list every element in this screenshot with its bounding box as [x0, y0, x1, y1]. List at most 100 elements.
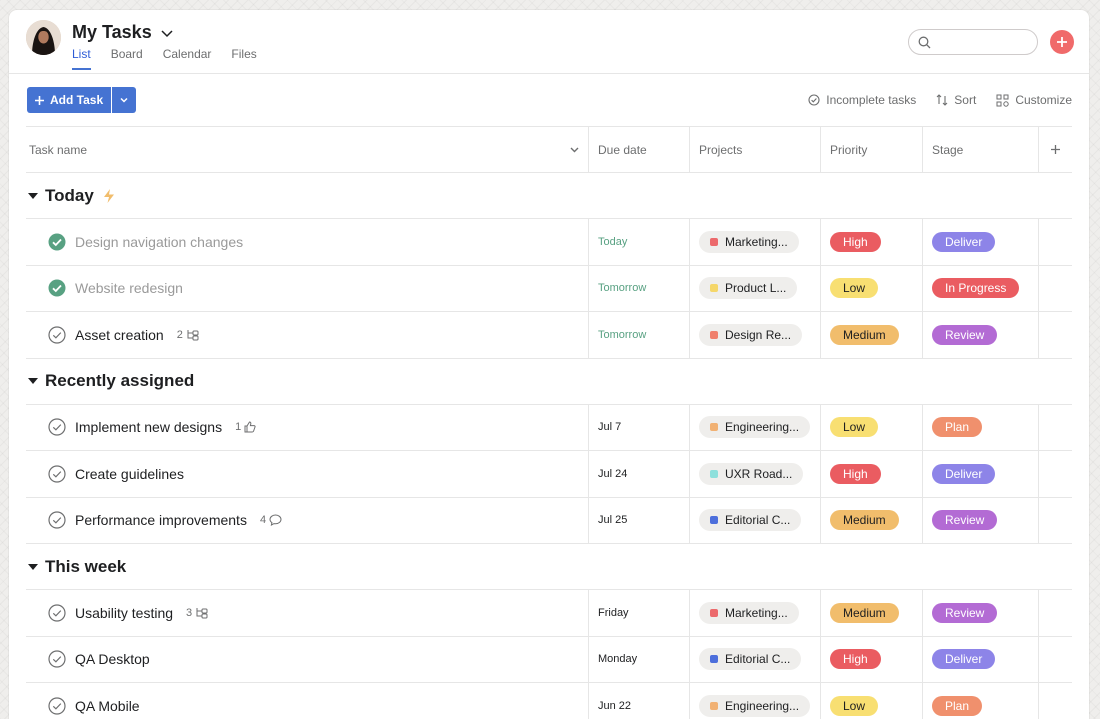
column-projects[interactable]: Projects	[690, 127, 821, 172]
table-row[interactable]: Design navigation changes Today Marketing.…	[26, 219, 1072, 266]
task-meta[interactable]: 2	[177, 329, 199, 341]
project-color-square	[710, 701, 718, 710]
column-priority[interactable]: Priority	[821, 127, 923, 172]
check-circle-icon[interactable]	[48, 465, 66, 483]
due-date-cell[interactable]: Tomorrow	[589, 265, 690, 311]
table-row[interactable]: Create guidelines Jul 24 UXR Road... High De…	[26, 451, 1072, 498]
due-date-cell[interactable]: Jun 22	[589, 683, 690, 719]
column-stage[interactable]: Stage	[923, 127, 1039, 172]
task-meta[interactable]: 4	[260, 514, 282, 526]
check-circle-icon[interactable]	[48, 511, 66, 529]
section-header[interactable]: Recently assigned	[26, 359, 1072, 405]
due-date-cell[interactable]: Today	[589, 219, 690, 265]
task-name[interactable]: QA Mobile	[75, 698, 140, 714]
table-row[interactable]: Implement new designs 1 Jul 7 Engineering..…	[26, 404, 1072, 451]
priority-badge[interactable]: High	[830, 231, 881, 252]
project-pill[interactable]: UXR Road...	[699, 462, 804, 485]
task-name[interactable]: Implement new designs	[75, 419, 222, 435]
search-input[interactable]	[908, 29, 1038, 55]
task-name[interactable]: Design navigation changes	[75, 234, 243, 250]
customize-button[interactable]: Customize	[996, 93, 1072, 107]
table-row[interactable]: QA Mobile Jun 22 Engineering... Low Plan	[26, 683, 1072, 719]
incomplete-tasks-filter[interactable]: Incomplete tasks	[808, 93, 916, 107]
add-task-button[interactable]: Add Task	[27, 87, 112, 113]
priority-badge[interactable]: Medium	[830, 510, 899, 531]
check-circle-icon[interactable]	[48, 418, 66, 436]
tab-list[interactable]: List	[72, 47, 91, 70]
project-pill[interactable]: Product L...	[699, 277, 798, 300]
task-name[interactable]: Website redesign	[75, 280, 183, 296]
due-date-cell[interactable]: Tomorrow	[589, 312, 690, 358]
stage-badge[interactable]: Plan	[932, 695, 983, 716]
due-date-cell[interactable]: Jul 24	[589, 451, 690, 497]
project-pill[interactable]: Marketing...	[699, 230, 799, 253]
project-name: Engineering...	[725, 698, 800, 713]
priority-badge[interactable]: High	[830, 649, 881, 670]
priority-cell: High	[821, 219, 923, 265]
table-row[interactable]: Performance improvements 4 Jul 25 Editorial…	[26, 497, 1072, 544]
stage-badge[interactable]: Plan	[932, 417, 983, 438]
add-task-dropdown[interactable]	[112, 87, 137, 113]
tab-files[interactable]: Files	[231, 47, 256, 70]
quick-add-button[interactable]	[1050, 30, 1074, 54]
priority-badge[interactable]: Low	[830, 417, 879, 438]
table-row[interactable]: Usability testing 3 Friday Marketing... Medi…	[26, 590, 1072, 637]
table-row[interactable]: Website redesign Tomorrow Product L... Low I…	[26, 265, 1072, 312]
column-task-name[interactable]: Task name	[26, 127, 589, 172]
task-name[interactable]: Usability testing	[75, 605, 173, 621]
table-row[interactable]: Asset creation 2 Tomorrow Design Re... Mediu…	[26, 312, 1072, 359]
priority-badge[interactable]: High	[830, 463, 881, 484]
caret-down-icon[interactable]	[28, 378, 38, 384]
task-name[interactable]: Performance improvements	[75, 512, 247, 528]
section-header[interactable]: Today	[26, 173, 1072, 219]
project-pill[interactable]: Engineering...	[699, 416, 811, 439]
lightning-icon	[103, 188, 114, 203]
due-date-cell[interactable]: Jul 7	[589, 404, 690, 450]
stage-badge[interactable]: Review	[932, 510, 998, 531]
column-due-date[interactable]: Due date	[589, 127, 690, 172]
project-pill[interactable]: Editorial C...	[699, 509, 802, 532]
project-pill[interactable]: Engineering...	[699, 694, 811, 717]
task-meta[interactable]: 1	[235, 421, 256, 433]
app-window: My Tasks List Board Calendar Files Add T…	[9, 10, 1089, 719]
project-pill[interactable]: Editorial C...	[699, 648, 802, 671]
check-done-icon[interactable]	[48, 279, 66, 297]
stage-badge[interactable]: Review	[932, 324, 998, 345]
check-circle-icon[interactable]	[48, 650, 66, 668]
project-pill[interactable]: Marketing...	[699, 601, 799, 624]
check-circle-icon[interactable]	[48, 604, 66, 622]
stage-badge[interactable]: Deliver	[932, 649, 996, 670]
stage-badge[interactable]: Deliver	[932, 463, 996, 484]
task-meta[interactable]: 3	[186, 607, 208, 619]
priority-badge[interactable]: Medium	[830, 324, 899, 345]
tab-calendar[interactable]: Calendar	[163, 47, 212, 70]
section-header[interactable]: This week	[26, 544, 1072, 590]
stage-badge[interactable]: Review	[932, 602, 998, 623]
chevron-down-icon[interactable]	[160, 26, 174, 40]
priority-badge[interactable]: Medium	[830, 602, 899, 623]
chevron-down-icon[interactable]	[569, 144, 580, 155]
stage-badge[interactable]: Deliver	[932, 231, 996, 252]
stage-badge[interactable]: In Progress	[932, 278, 1020, 299]
due-date-cell[interactable]: Friday	[589, 590, 690, 636]
check-done-icon[interactable]	[48, 233, 66, 251]
project-pill[interactable]: Design Re...	[699, 323, 803, 346]
caret-down-icon[interactable]	[28, 192, 38, 199]
avatar[interactable]	[26, 20, 61, 55]
task-name[interactable]: Asset creation	[75, 327, 164, 343]
priority-badge[interactable]: Low	[830, 278, 879, 299]
tab-board[interactable]: Board	[111, 47, 143, 70]
add-column-button[interactable]	[1039, 127, 1072, 172]
caret-down-icon[interactable]	[28, 563, 38, 570]
check-circle-icon[interactable]	[48, 697, 66, 715]
empty-cell	[1039, 266, 1072, 312]
check-circle-icon[interactable]	[48, 326, 66, 344]
sort-button[interactable]: Sort	[936, 93, 976, 107]
task-name[interactable]: Create guidelines	[75, 466, 184, 482]
due-date-cell[interactable]: Jul 25	[589, 497, 690, 543]
project-color-square	[710, 284, 718, 293]
table-row[interactable]: QA Desktop Monday Editorial C... High Delive…	[26, 636, 1072, 683]
due-date-cell[interactable]: Monday	[589, 636, 690, 682]
priority-badge[interactable]: Low	[830, 695, 879, 716]
task-name[interactable]: QA Desktop	[75, 651, 150, 667]
